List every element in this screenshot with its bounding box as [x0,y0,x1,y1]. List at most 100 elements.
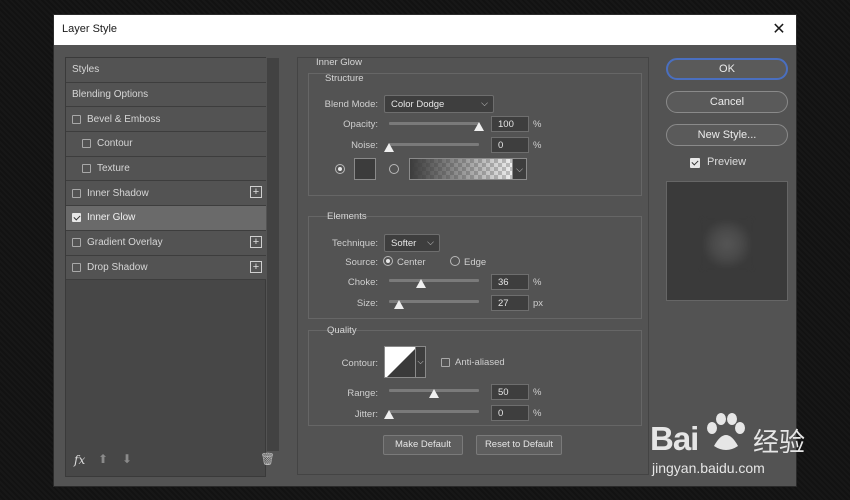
preview-thumbnail [666,181,788,301]
style-checkbox[interactable] [72,238,81,248]
style-item-inner-glow[interactable]: Inner Glow [66,206,266,231]
opacity-slider-track[interactable] [389,122,479,125]
solid-color-radio[interactable] [335,164,345,174]
style-item-contour[interactable]: Contour [66,132,266,157]
style-item-label: Bevel & Emboss [87,113,161,125]
choke-slider-track[interactable] [389,279,479,282]
style-checkbox[interactable] [72,262,81,272]
opacity-slider-thumb[interactable] [474,122,484,131]
noise-field[interactable]: 0 [491,137,529,153]
choke-label: Choke: [347,277,378,288]
watermark-chinese: 经验 [753,427,806,457]
quality-title: Quality [327,325,357,336]
title-bar: Layer Style ✕ [54,15,796,45]
preview-label: Preview [707,156,747,168]
range-field[interactable]: 50 [491,384,529,400]
opacity-field[interactable]: 100 [491,116,529,132]
style-checkbox[interactable] [72,213,81,223]
inner-glow-settings: Inner Glow Structure Blend Mode: Color D… [297,57,649,475]
make-default-button[interactable]: Make Default [383,435,463,455]
preview-checkbox[interactable] [690,158,700,168]
styles-scrollbar[interactable] [267,58,279,451]
source-center-label: Center [397,257,426,268]
noise-label: Noise: [351,140,378,151]
choke-slider-thumb[interactable] [416,279,427,288]
anti-aliased-checkbox[interactable] [441,358,450,367]
inner-glow-title: Inner Glow [316,57,362,68]
blend-mode-select[interactable]: Color Dodge ⌵ [384,95,494,113]
jitter-field[interactable]: 0 [491,405,529,421]
size-unit: px [533,298,544,309]
blend-mode-label: Blend Mode: [324,99,378,110]
contour-curve-icon [387,349,415,377]
jitter-slider-track[interactable] [389,410,479,413]
style-item-blending-options[interactable]: Blending Options [66,82,266,108]
opacity-unit: % [533,119,542,130]
source-center-radio[interactable] [383,256,393,266]
styles-footer: fx ⬆ ⬇ 🗑 [66,446,279,476]
style-item-label: Texture [97,163,130,175]
chevron-down-icon: ⌵ [481,98,488,108]
range-label: Range: [347,388,378,399]
style-checkbox[interactable] [72,188,81,198]
noise-slider-thumb[interactable] [384,143,394,152]
new-style-button[interactable]: New Style... [666,124,788,146]
style-item-texture[interactable]: Texture [66,156,266,182]
add-style-icon[interactable]: + [250,186,262,199]
range-unit: % [533,387,542,398]
noise-slider-track[interactable] [389,143,479,146]
ok-button[interactable]: OK [666,58,788,80]
style-item-drop-shadow[interactable]: Drop Shadow + [66,255,266,281]
size-label: Size: [356,298,378,309]
style-checkbox[interactable] [82,139,91,149]
style-item-label: Drop Shadow [87,261,148,273]
style-item-label: Inner Glow [87,212,136,224]
style-item-label: Styles [72,64,100,76]
styles-panel: Styles Blending Options Bevel & Emboss Cont… [65,57,279,477]
style-item-label: Inner Shadow [87,187,149,199]
jitter-slider-thumb[interactable] [384,410,394,419]
choke-field[interactable]: 36 [491,274,529,290]
paw-icon [707,413,745,450]
choke-unit: % [533,277,542,288]
blend-mode-value: Color Dodge [391,99,445,110]
style-item-bevel-emboss[interactable]: Bevel & Emboss [66,107,266,133]
gradient-radio[interactable] [389,164,399,174]
style-item-label: Contour [97,138,133,150]
gradient-chevron-icon[interactable]: ⌵ [513,158,527,180]
size-slider-thumb[interactable] [393,300,404,309]
glow-color-swatch[interactable] [354,158,376,180]
style-checkbox[interactable] [72,114,81,124]
styles-list: Styles Blending Options Bevel & Emboss Cont… [66,58,266,281]
fx-icon[interactable]: fx [74,453,85,467]
chevron-down-icon: ⌵ [427,237,434,247]
style-item-gradient-overlay[interactable]: Gradient Overlay + [66,230,266,256]
style-item-inner-shadow[interactable]: Inner Shadow + [66,181,266,207]
dialog-title: Layer Style [62,23,118,35]
close-icon[interactable]: ✕ [770,19,788,39]
glow-gradient-picker[interactable] [409,158,513,180]
source-edge-radio[interactable] [450,256,460,266]
reset-default-button[interactable]: Reset to Default [476,435,562,455]
size-field[interactable]: 27 [491,295,529,311]
contour-preview-icon[interactable] [384,346,416,378]
source-label: Source: [345,257,378,268]
structure-title: Structure [325,73,364,84]
opacity-label: Opacity: [343,119,378,130]
move-up-icon[interactable]: ⬆ [98,452,108,466]
elements-title: Elements [327,211,367,222]
add-style-icon[interactable]: + [250,235,262,248]
style-item-label: Blending Options [72,89,149,101]
style-checkbox[interactable] [82,164,91,174]
cancel-button[interactable]: Cancel [666,91,788,113]
technique-select[interactable]: Softer ⌵ [384,234,440,252]
style-item-label: Gradient Overlay [87,237,163,249]
contour-chevron-icon[interactable]: ⌵ [416,346,426,378]
move-down-icon[interactable]: ⬇ [122,452,132,466]
watermark-url: jingyan.baidu.com [652,460,765,476]
style-item-styles[interactable]: Styles [66,58,266,83]
anti-aliased-label: Anti-aliased [455,357,505,368]
range-slider-thumb[interactable] [429,389,439,398]
add-style-icon[interactable]: + [250,260,262,273]
trash-icon[interactable]: 🗑 [260,452,275,466]
